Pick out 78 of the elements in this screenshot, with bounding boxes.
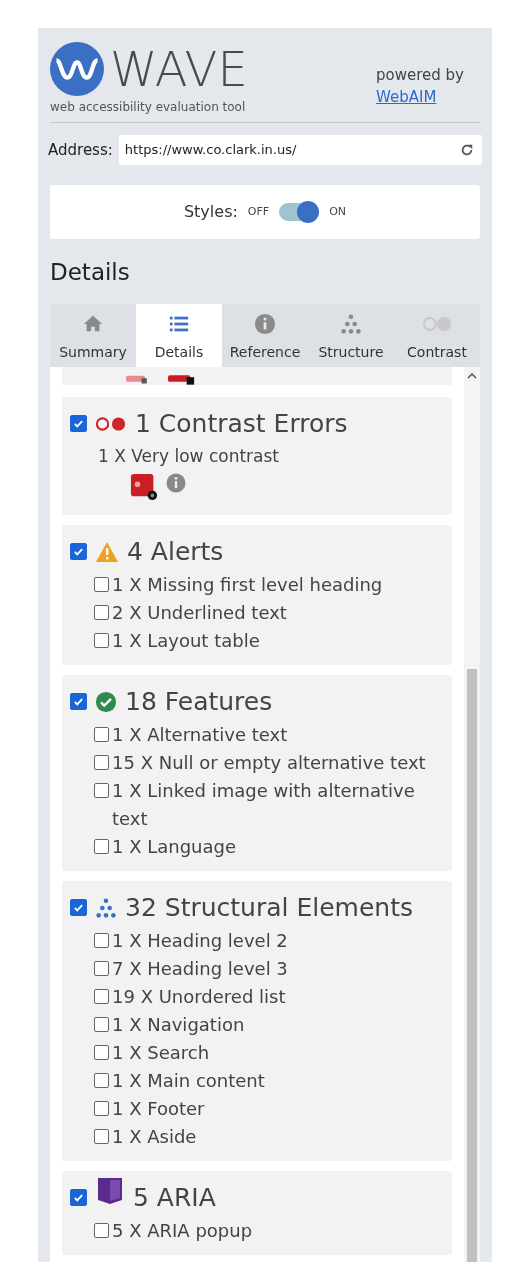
check-circle-icon <box>95 690 117 713</box>
checkmark-icon <box>73 546 84 557</box>
issue-label: 15 X Null or empty alternative text <box>112 750 426 775</box>
issue-label: 1 X Footer <box>112 1096 205 1121</box>
checkbox[interactable] <box>94 960 109 976</box>
contrast-icon <box>422 315 452 332</box>
checkbox[interactable] <box>94 988 109 1004</box>
checkbox[interactable] <box>94 1100 109 1116</box>
issue-label: 1 X Aside <box>112 1124 197 1149</box>
address-label: Address: <box>48 139 113 161</box>
off-label: OFF <box>247 203 270 220</box>
checkmark-icon <box>73 696 84 707</box>
wave-logo-icon <box>50 42 104 96</box>
on-label: ON <box>329 203 347 220</box>
issue-label: 1 X Linked image with alternative text <box>112 778 416 831</box>
tab[interactable]: Structure <box>308 303 394 367</box>
checkmark-icon <box>73 418 84 429</box>
hierarchy-icon <box>340 312 362 335</box>
issue-label: 1 X Language <box>112 834 237 859</box>
error-icon <box>130 472 158 501</box>
info-icon <box>166 472 186 493</box>
checkbox[interactable] <box>94 604 109 620</box>
checkbox[interactable] <box>94 1222 109 1238</box>
checkbox[interactable] <box>94 576 109 592</box>
issue-label: 1 X Heading level 2 <box>112 928 288 953</box>
issue-label: 1 X Main content <box>112 1068 265 1093</box>
scrollbar[interactable] <box>464 366 480 1262</box>
styles-label: Styles: <box>183 201 238 223</box>
checkbox[interactable] <box>70 899 87 916</box>
category-title: 5 ARIA <box>133 1181 216 1214</box>
styles-toggle[interactable] <box>279 203 320 221</box>
checkmark-icon <box>73 1192 84 1203</box>
issue-label: 1 X Missing first level heading <box>112 572 383 597</box>
issue-label: 5 X ARIA popup <box>112 1218 253 1243</box>
hierarchy-icon <box>95 896 117 919</box>
address-field[interactable]: https://www.co.clark.in.us/ <box>118 135 482 165</box>
refresh-icon[interactable] <box>460 143 474 157</box>
category-title: 4 Alerts <box>127 535 224 568</box>
issue-label: 7 X Heading level 3 <box>112 956 288 981</box>
contrast-icon <box>95 415 127 432</box>
category-title: 1 Contrast Errors <box>135 407 348 440</box>
logo-text: WAVE <box>110 42 248 96</box>
issue-label: 1 X Alternative text <box>112 722 288 747</box>
tagline: web accessibility evaluation tool <box>50 99 247 116</box>
checkbox[interactable] <box>70 543 87 560</box>
checkbox[interactable] <box>94 782 109 798</box>
checkbox[interactable] <box>94 632 109 648</box>
checkbox[interactable] <box>70 415 87 432</box>
section-heading: Details <box>49 258 131 287</box>
tab[interactable]: Contrast <box>394 303 480 367</box>
issue-label: 1 X Search <box>112 1040 210 1065</box>
checkbox[interactable] <box>94 1016 109 1032</box>
checkbox[interactable] <box>94 726 109 742</box>
powered-by-text: powered by <box>376 65 464 86</box>
scroll-up-icon[interactable] <box>467 372 477 379</box>
info-icon <box>254 312 276 335</box>
checkbox[interactable] <box>94 932 109 948</box>
checkbox[interactable] <box>94 754 109 770</box>
checkmark-icon <box>73 902 84 913</box>
checkbox[interactable] <box>94 1072 109 1088</box>
webaim-link[interactable]: WebAIM <box>376 88 437 106</box>
checkbox[interactable] <box>70 1189 87 1206</box>
tab[interactable]: Reference <box>222 303 308 367</box>
tab[interactable]: Summary <box>50 303 136 367</box>
checkbox[interactable] <box>94 1044 109 1060</box>
checkbox[interactable] <box>94 1128 109 1144</box>
issue-label: 19 X Unordered list <box>112 984 286 1009</box>
warning-icon <box>95 540 119 563</box>
tab[interactable]: Details <box>136 303 222 367</box>
error-icon <box>168 374 196 385</box>
category-title: 32 Structural Elements <box>125 891 413 924</box>
issue-label: 2 X Underlined text <box>112 600 287 625</box>
issue-label: 1 X Very low contrast <box>98 445 280 466</box>
issue-label: 1 X Navigation <box>112 1012 245 1037</box>
category-title: 18 Features <box>125 685 273 718</box>
checkbox[interactable] <box>70 693 87 710</box>
issue-label: 1 X Layout table <box>112 628 260 653</box>
checkbox[interactable] <box>94 838 109 854</box>
